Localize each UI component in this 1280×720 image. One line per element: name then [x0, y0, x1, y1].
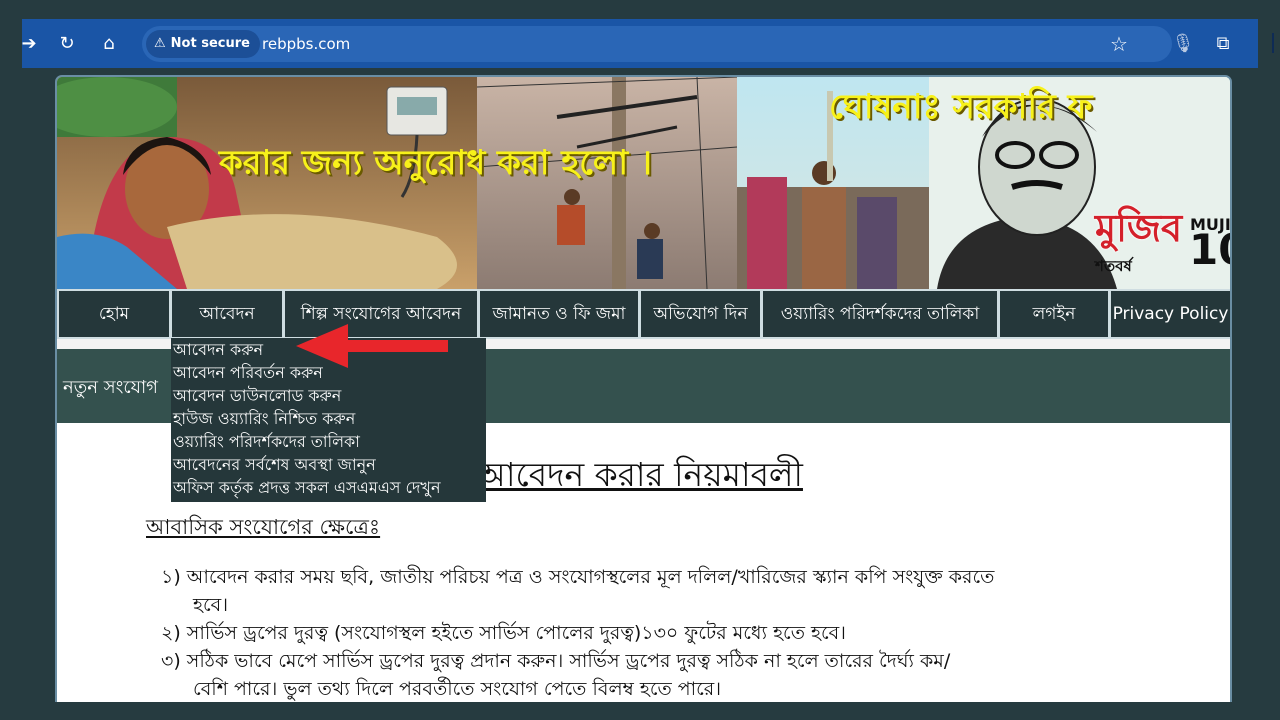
address-bar[interactable]: ⚠ Not secure rebpbs.com ☆ [142, 26, 1172, 62]
new-connection-label[interactable]: নতুন সংযোগ [63, 373, 158, 404]
extensions-icon[interactable]: ⧉ [1210, 31, 1236, 57]
nav-deposit-fee[interactable]: জামানত ও ফি জমা [480, 291, 638, 337]
nav-complaint[interactable]: অভিযোগ দিন [641, 291, 760, 337]
red-arrow-icon [296, 324, 448, 368]
nav-privacy-policy[interactable]: Privacy Policy [1111, 291, 1230, 337]
rule-line-1: ১) আবেদন করার সময় ছবি, জাতীয় পরিচয় পত… [161, 566, 995, 588]
reload-icon[interactable]: ↻ [54, 31, 80, 57]
dropdown-confirm-house-wiring[interactable]: হাউজ ওয়্যারিং নিশ্চিত করুন [173, 407, 355, 430]
browser-toolbar: ➔ ↻ ⌂ ⚠ Not secure rebpbs.com ☆ 🎙 ⧉ [21, 19, 1274, 68]
mujib-logo-subtitle: শতবর্ষ [1095, 257, 1132, 275]
url-text[interactable]: rebpbs.com [262, 26, 350, 62]
rule-line-3-cont: বেশি পারে। ভুল তথ্য দিলে পরবর্তীতে সংযোগ… [193, 678, 722, 700]
dropdown-download-application[interactable]: আবেদন ডাউনলোড করুন [173, 384, 341, 407]
nav-login[interactable]: লগইন [1000, 291, 1108, 337]
nav-wiring-inspectors[interactable]: ওয়্যারিং পরিদর্শকদের তালিকা [763, 291, 997, 337]
announcement-marquee-top: ঘোষনাঃ সরকারি ফ [829, 87, 1093, 127]
dropdown-application-status[interactable]: আবেদনের সর্বশেষ অবস্থা জানুন [173, 453, 376, 476]
page-viewport: ঘোষনাঃ সরকারি ফ করার জন্য অনুরোধ করা হলো… [22, 68, 1258, 702]
dropdown-wiring-inspectors[interactable]: ওয়্যারিং পরিদর্শকদের তালিকা [173, 430, 360, 453]
announcement-marquee-bottom: করার জন্য অনুরোধ করা হলো । [219, 143, 653, 183]
mujib-logo-bangla: মুজিব [1095, 206, 1183, 250]
header-banner: ঘোষনাঃ সরকারি ফ করার জন্য অনুরোধ করা হলো… [57, 77, 1230, 289]
toolbar-divider [1272, 33, 1274, 53]
home-icon[interactable]: ⌂ [96, 31, 122, 57]
warning-icon: ⚠ [154, 36, 166, 51]
nav-application[interactable]: আবেদন [172, 291, 282, 337]
section-subheading: আবাসিক সংযোগের ক্ষেত্রেঃ [146, 515, 381, 539]
security-chip[interactable]: ⚠ Not secure [146, 30, 260, 58]
main-nav: হোম আবেদন শিল্প সংযোগের আবেদন জামানত ও ফ… [57, 289, 1230, 339]
dropdown-view-sms[interactable]: অফিস কর্তৃক প্রদত্ত সকল এসএমএস দেখুন [173, 476, 441, 499]
mujib-logo-number: 100 [1189, 225, 1230, 274]
security-label: Not secure [170, 36, 250, 51]
microphone-icon[interactable]: 🎙 [1170, 31, 1196, 57]
dropdown-apply[interactable]: আবেদন করুন [173, 338, 263, 361]
page-heading: আবেদন করার নিয়মাবলী [477, 455, 803, 494]
nav-home[interactable]: হোম [59, 291, 169, 337]
forward-icon[interactable]: ➔ [16, 31, 42, 57]
bookmark-star-icon[interactable]: ☆ [1110, 26, 1128, 62]
